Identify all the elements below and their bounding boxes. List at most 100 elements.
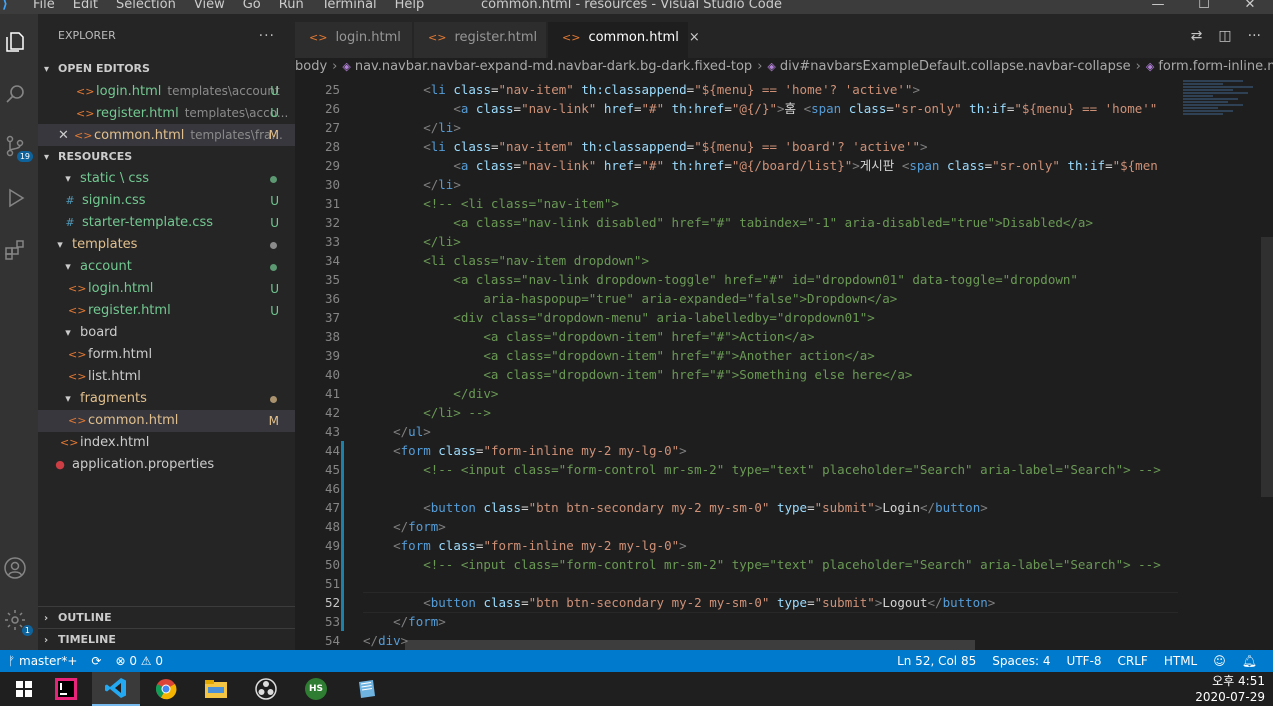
code-line: </li> -->: [363, 405, 491, 420]
feedback-icon[interactable]: ☺: [1213, 650, 1226, 672]
folder-name: board: [80, 325, 118, 340]
breadcrumb-item[interactable]: form.form-inline.my-2.my-lg-0: [1158, 59, 1273, 74]
html-file-icon: <>: [68, 370, 87, 383]
notifications-bell-icon[interactable]: 🔔︎: [1242, 650, 1257, 672]
code-line: <li class="nav-item dropdown">: [363, 253, 649, 268]
file-form-html[interactable]: <> form.html: [38, 344, 295, 366]
breadcrumb-item[interactable]: div#navbarsExampleDefault.collapse.navba…: [780, 59, 1131, 74]
timeline-section[interactable]: › TIMELINE: [38, 628, 295, 650]
file-application-properties[interactable]: ● application.properties: [38, 454, 295, 476]
open-editors-section[interactable]: ▾ OPEN EDITORS: [38, 58, 295, 80]
close-tab-icon[interactable]: ×: [689, 30, 700, 45]
code-line: </ul>: [393, 424, 431, 439]
file-login-html[interactable]: <> login.html U: [38, 278, 295, 300]
more-actions-icon[interactable]: ···: [1248, 28, 1261, 44]
resources-section[interactable]: ▾ RESOURCES: [38, 146, 295, 168]
untracked-status: U: [270, 304, 279, 318]
file-starter-template-css[interactable]: # starter-template.css U: [38, 212, 295, 234]
code-line: <div class="dropdown-menu" aria-labelled…: [363, 310, 875, 325]
breadcrumb-item[interactable]: nav.navbar.navbar-expand-md.navbar-dark.…: [355, 59, 752, 74]
folder-fragments[interactable]: ▾ fragments: [38, 388, 295, 410]
breadcrumb-item[interactable]: body: [295, 59, 327, 74]
accounts-icon[interactable]: [3, 556, 27, 580]
maximize-icon[interactable]: ☐: [1181, 0, 1227, 14]
line-number: 27: [324, 120, 340, 135]
file-index-html[interactable]: <> index.html: [38, 432, 295, 454]
file-list-html[interactable]: <> list.html: [38, 366, 295, 388]
line-number: 25: [324, 82, 340, 97]
tab-login[interactable]: <> login.html: [295, 22, 412, 58]
indentation[interactable]: Spaces: 4: [992, 650, 1050, 672]
file-register-html[interactable]: <> register.html U: [38, 300, 295, 322]
manage-gear-icon[interactable]: 1: [3, 608, 33, 636]
more-actions-icon[interactable]: ···: [259, 14, 275, 58]
minimap[interactable]: [1183, 80, 1263, 150]
folder-account[interactable]: ▾ account: [38, 256, 295, 278]
problems-indicator[interactable]: ⊗ 0 ⚠ 0: [115, 650, 163, 672]
line-number: 49: [324, 538, 340, 553]
file-common-html[interactable]: <> common.html M: [38, 410, 295, 432]
minimize-icon[interactable]: —: [1135, 0, 1181, 14]
code-line: <li class="nav-item" th:classappend="${m…: [423, 139, 928, 154]
file-explorer-icon[interactable]: [192, 672, 240, 706]
tab-common[interactable]: <> common.html ×: [548, 22, 700, 58]
sync-icon[interactable]: ⟳: [91, 650, 101, 672]
code-line: </li>: [423, 177, 461, 192]
code-content[interactable]: <li class="nav-item" th:classappend="${m…: [363, 80, 1178, 650]
folder-templates[interactable]: ▾ templates: [38, 234, 295, 256]
close-window-icon[interactable]: ✕: [1227, 0, 1273, 14]
close-icon[interactable]: ✕: [58, 125, 74, 147]
notepad-icon[interactable]: [342, 672, 390, 706]
source-control-badge: 19: [16, 151, 33, 162]
code-line: <a class="nav-link disabled" href="#" ta…: [363, 215, 1093, 230]
chrome-icon[interactable]: [142, 672, 190, 706]
line-number: 53: [324, 614, 340, 629]
open-changes-icon[interactable]: ⇄: [1191, 28, 1203, 44]
horizontal-scrollbar[interactable]: [405, 640, 975, 650]
folder-static-css[interactable]: ▾ static \ css: [38, 168, 295, 190]
open-editor-common[interactable]: ✕ <> common.html templates\fra... M: [38, 124, 295, 146]
language-mode[interactable]: HTML: [1164, 650, 1197, 672]
vertical-scrollbar[interactable]: [1261, 237, 1273, 497]
source-control-icon[interactable]: 19: [3, 134, 33, 162]
code-line: <a class="dropdown-item" href="#">Anothe…: [363, 348, 875, 363]
status-bar: ᚠ master*+ ⟳ ⊗ 0 ⚠ 0 Ln 52, Col 85 Space…: [0, 650, 1273, 672]
run-debug-icon[interactable]: [3, 186, 27, 210]
folder-board[interactable]: ▾ board: [38, 322, 295, 344]
code-line: <a class="dropdown-item" href="#">Action…: [363, 329, 815, 344]
outline-section[interactable]: › OUTLINE: [38, 606, 295, 628]
open-editor-register[interactable]: <> register.html templates\acco... U: [38, 102, 295, 124]
code-line: <!-- <li class="nav-item">: [363, 196, 619, 211]
tab-register[interactable]: <> register.html: [414, 22, 546, 58]
line-number: 44: [324, 443, 340, 458]
open-editor-login[interactable]: <> login.html templates\account U: [38, 80, 295, 102]
cursor-position[interactable]: Ln 52, Col 85: [897, 650, 976, 672]
explorer-icon[interactable]: [3, 30, 27, 54]
intellij-icon[interactable]: [42, 672, 90, 706]
line-ending[interactable]: CRLF: [1118, 650, 1148, 672]
search-icon[interactable]: [3, 82, 27, 106]
code-line: <form class="form-inline my-2 my-lg-0">: [393, 538, 687, 553]
line-number: 33: [324, 234, 340, 249]
html-file-icon: <>: [428, 31, 447, 44]
git-branch[interactable]: ᚠ master*+: [8, 650, 77, 672]
obs-icon[interactable]: [242, 672, 290, 706]
open-editor-name: register.html: [96, 106, 179, 121]
code-editor[interactable]: 25 26 27 28 29 30 31 32 33 34 35 36 37 38 39 40 41 42 43 44…: [295, 80, 1273, 650]
encoding[interactable]: UTF-8: [1067, 650, 1102, 672]
file-signin-css[interactable]: # signin.css U: [38, 190, 295, 212]
split-editor-icon[interactable]: ◫: [1218, 28, 1231, 44]
system-clock[interactable]: 오후 4:51 2020-07-29: [1195, 673, 1265, 705]
code-line: </div>: [363, 386, 499, 401]
file-name: starter-template.css: [82, 215, 213, 230]
file-name: list.html: [88, 369, 141, 384]
vscode-taskbar-icon[interactable]: [92, 672, 140, 706]
html-file-icon: <>: [76, 107, 95, 120]
code-line: <a class="dropdown-item" href="#">Someth…: [363, 367, 913, 382]
line-number: 43: [324, 424, 340, 439]
untracked-status: U: [270, 282, 279, 296]
windows-start-icon[interactable]: [0, 672, 48, 706]
hs-app-icon[interactable]: HS: [292, 672, 340, 706]
extensions-icon[interactable]: [3, 238, 27, 262]
